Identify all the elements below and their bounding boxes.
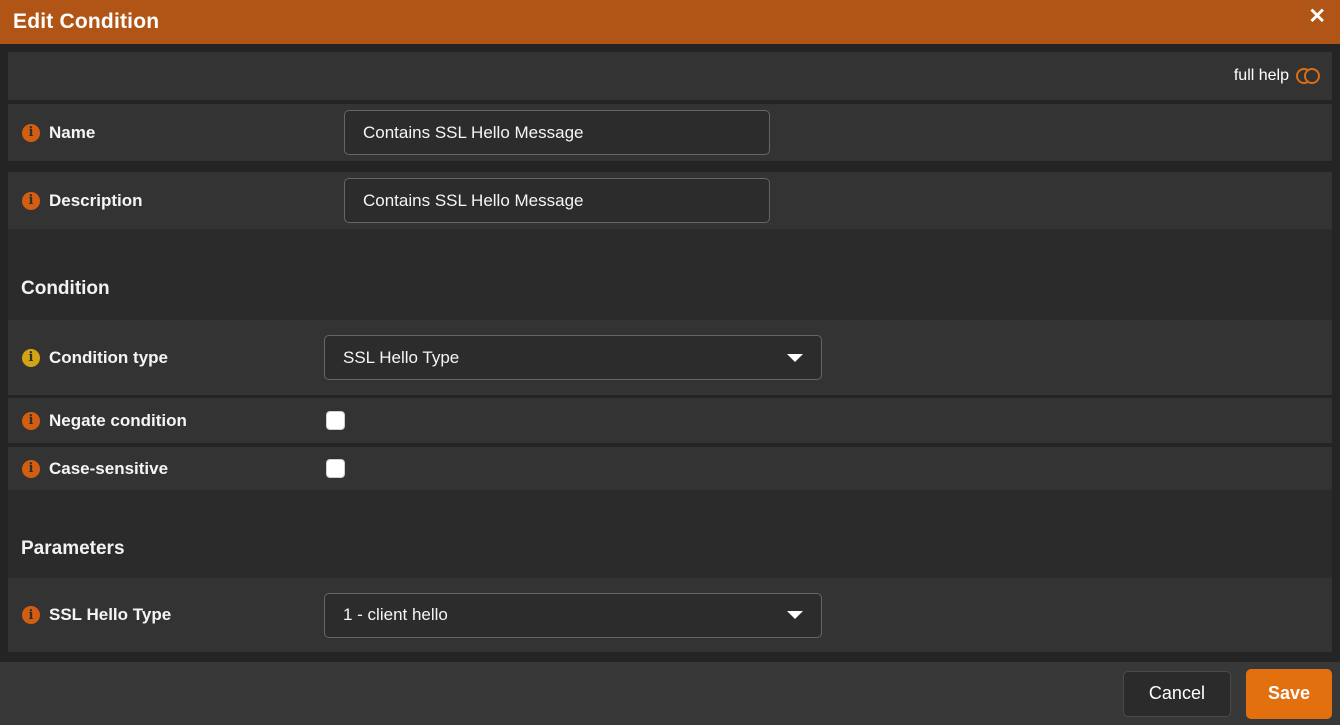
info-icon[interactable]: i (22, 124, 40, 142)
dialog-title: Edit Condition (13, 10, 159, 34)
case-sensitive-row: i Case-sensitive (8, 447, 1332, 490)
full-help-row: full help (8, 52, 1332, 100)
toggle-off-icon[interactable] (1296, 68, 1320, 84)
condition-type-selected-value: SSL Hello Type (343, 348, 459, 368)
ssl-hello-type-selected-value: 1 - client hello (343, 605, 448, 625)
name-label: Name (49, 123, 95, 143)
parameters-section-title: Parameters (21, 538, 125, 560)
parameters-section-header: Parameters (8, 490, 1332, 578)
ssl-hello-type-label: SSL Hello Type (49, 605, 171, 625)
close-icon[interactable]: ✕ (1308, 4, 1326, 30)
full-help-label: full help (1234, 67, 1289, 85)
dialog-titlebar: Edit Condition ✕ (0, 0, 1340, 44)
divider (0, 161, 1340, 172)
cancel-button[interactable]: Cancel (1123, 671, 1231, 717)
info-icon[interactable]: i (22, 412, 40, 430)
name-row: i Name (8, 104, 1332, 161)
negate-condition-label-group: i Negate condition (8, 411, 326, 431)
condition-type-label: Condition type (49, 348, 168, 368)
info-icon[interactable]: i (22, 606, 40, 624)
name-label-group: i Name (8, 123, 344, 143)
description-label: Description (49, 191, 143, 211)
condition-type-select[interactable]: SSL Hello Type (324, 335, 822, 380)
save-button[interactable]: Save (1246, 669, 1332, 719)
negate-condition-label: Negate condition (49, 411, 187, 431)
ssl-hello-type-label-group: i SSL Hello Type (8, 605, 324, 625)
info-icon[interactable]: i (22, 192, 40, 210)
negate-condition-row: i Negate condition (8, 398, 1332, 443)
description-input[interactable] (344, 178, 770, 223)
divider (0, 44, 1340, 52)
info-icon[interactable]: i (22, 460, 40, 478)
description-row: i Description (8, 172, 1332, 229)
condition-type-row: i Condition type SSL Hello Type (8, 320, 1332, 395)
ssl-hello-type-select[interactable]: 1 - client hello (324, 593, 822, 638)
name-input[interactable] (344, 110, 770, 155)
case-sensitive-label-group: i Case-sensitive (8, 459, 326, 479)
negate-condition-checkbox[interactable] (326, 411, 345, 430)
case-sensitive-label: Case-sensitive (49, 459, 168, 479)
dialog-footer: Cancel Save (0, 662, 1340, 725)
case-sensitive-checkbox[interactable] (326, 459, 345, 478)
description-label-group: i Description (8, 191, 344, 211)
info-icon[interactable]: i (22, 349, 40, 367)
ssl-hello-type-row: i SSL Hello Type 1 - client hello (8, 578, 1332, 652)
chevron-down-icon (787, 354, 803, 362)
chevron-down-icon (787, 611, 803, 619)
edit-condition-dialog: Edit Condition ✕ full help i Name i Desc… (0, 0, 1340, 725)
condition-type-label-group: i Condition type (8, 348, 324, 368)
condition-section-title: Condition (21, 278, 110, 300)
full-help-toggle[interactable]: full help (1234, 67, 1320, 85)
divider (0, 652, 1340, 662)
condition-section-header: Condition (8, 229, 1332, 320)
